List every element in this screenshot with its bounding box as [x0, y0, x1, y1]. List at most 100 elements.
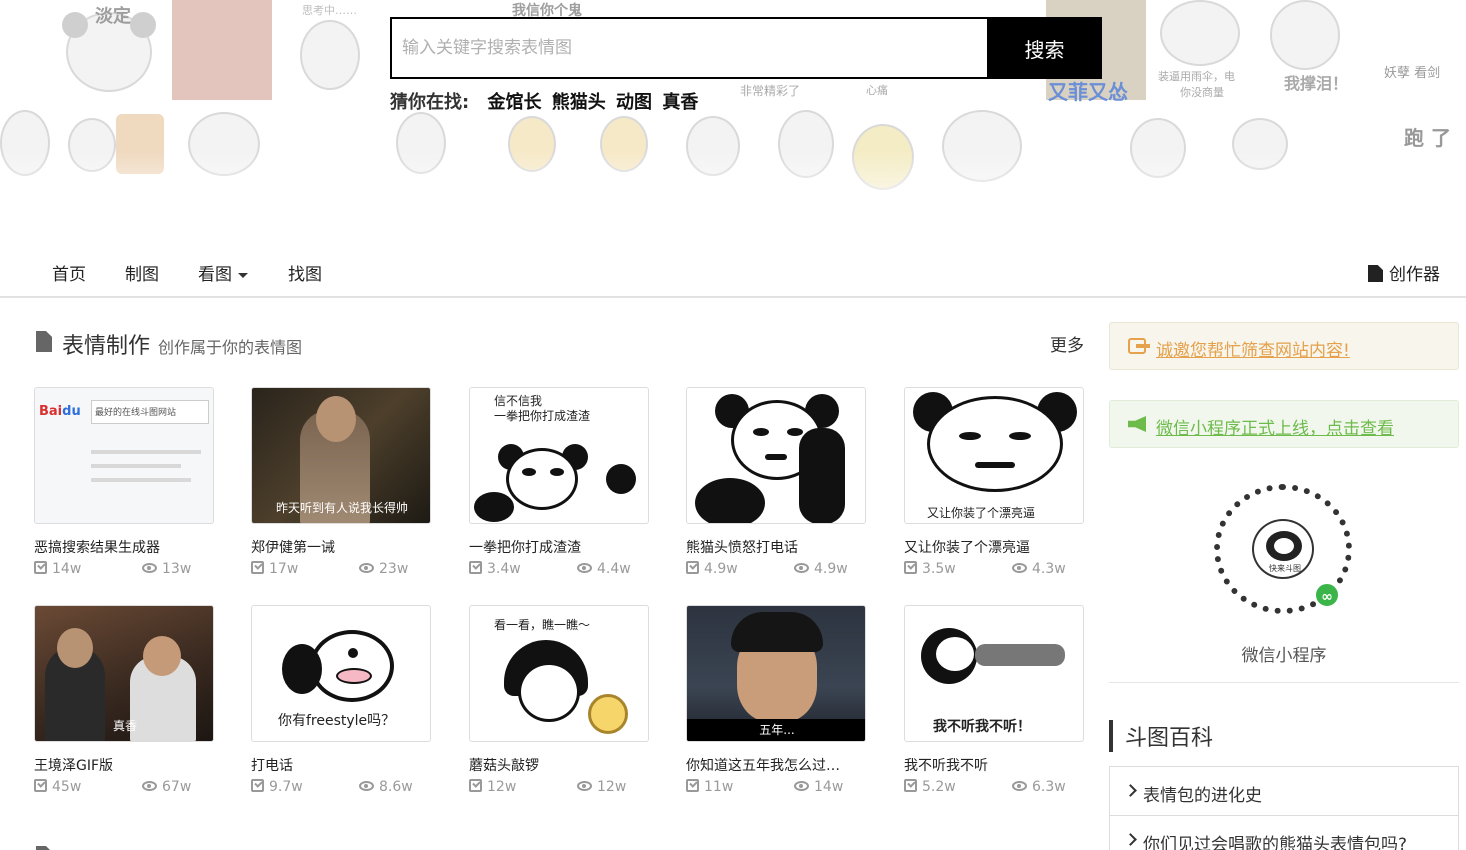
- suggested-keywords: 猜你在找: 金馆长 熊猫头 动图 真香: [390, 88, 702, 114]
- card-thumbnail[interactable]: 你有freestyle吗？: [251, 605, 431, 742]
- document-icon: [36, 331, 52, 352]
- fake-result-line: [91, 464, 181, 468]
- panda-body: [474, 492, 514, 522]
- notice-miniprogram[interactable]: 微信小程序正式上线，点击查看: [1109, 400, 1459, 448]
- edit-count: 11w: [686, 779, 733, 795]
- creator-link[interactable]: 创作器: [1368, 260, 1440, 285]
- document-icon: [36, 846, 52, 850]
- blob-mouth: [336, 668, 372, 684]
- edit-icon: [34, 561, 47, 574]
- card-thumbnail[interactable]: Baidu 最好的在线斗图网站: [34, 387, 214, 524]
- card-thumbnail[interactable]: [686, 387, 866, 524]
- edit-icon: [251, 779, 264, 792]
- keyword-link[interactable]: 熊猫头: [552, 92, 606, 113]
- edit-count: 9.7w: [251, 779, 303, 795]
- nav-item-browse-label: 看图: [198, 265, 232, 285]
- edit-count: 45w: [34, 779, 81, 795]
- lying-face: [933, 634, 977, 674]
- section-title: 表情制作: [62, 334, 151, 359]
- more-link[interactable]: 更多: [1050, 331, 1084, 356]
- notice-review-link[interactable]: 诚邀您帮忙筛查网站内容!: [1156, 336, 1350, 361]
- main-navbar: 首页 制图 看图 找图 创作器: [0, 243, 1466, 298]
- fake-result-line: [91, 478, 191, 482]
- notice-miniprogram-link[interactable]: 微信小程序正式上线，点击查看: [1156, 414, 1394, 439]
- thumb-caption: 我不听我不听！: [933, 719, 1031, 735]
- hero-fade-overlay: [0, 150, 1466, 243]
- card-title[interactable]: 蘑菇头敲锣: [469, 755, 649, 775]
- search-button[interactable]: 搜索: [987, 17, 1102, 79]
- view-count: 4.4w: [577, 561, 631, 577]
- sidebar-divider: [1109, 682, 1459, 683]
- keyword-link[interactable]: 动图: [616, 92, 652, 113]
- nav-item-find[interactable]: 找图: [288, 260, 322, 285]
- qr-panda-face: [1274, 538, 1294, 554]
- panda-fist: [606, 464, 636, 494]
- card-thumbnail[interactable]: 又让你装了个漂亮逼: [904, 387, 1084, 524]
- card-title[interactable]: 你知道这五年我怎么过…: [686, 755, 866, 775]
- card-title[interactable]: 一拳把你打成渣渣: [469, 537, 649, 557]
- view-count: 13w: [142, 561, 191, 577]
- hero-banner: 淡定 思考中…… 我信你个鬼 装逼用雨伞，电 你没商量 妖孽 看剑 非常精彩了 …: [0, 0, 1466, 243]
- panda-mouth: [765, 454, 787, 460]
- collage-caption: 心痛: [866, 84, 888, 97]
- card-thumbnail[interactable]: 看一看，瞧一瞧～: [469, 605, 649, 742]
- keyword-link[interactable]: 金馆长: [487, 92, 541, 113]
- card-title[interactable]: 郑伊健第一诫: [251, 537, 431, 557]
- card-title[interactable]: 熊猫头愤怒打电话: [686, 537, 866, 557]
- thumb-caption: 信不信我 一拳把你打成渣渣: [494, 394, 591, 423]
- qr-center: 快来斗图: [1252, 519, 1314, 579]
- eye-icon: [577, 563, 592, 573]
- view-count: 4.3w: [1012, 561, 1066, 577]
- thumb-caption: 你有freestyle吗？: [278, 713, 396, 729]
- section-header-next: [34, 838, 1084, 850]
- panda-eye: [1009, 432, 1031, 440]
- wiki-list-item[interactable]: 你们见过会唱歌的熊猫头表情包吗?: [1109, 816, 1459, 850]
- edit-count: 4.9w: [686, 561, 738, 577]
- view-count-value: 13w: [162, 561, 192, 577]
- thumb-caption: 又让你装了个漂亮逼: [927, 506, 1036, 520]
- panda-eye: [787, 428, 803, 436]
- collage-caption: 装逼用雨伞，电: [1158, 70, 1235, 83]
- card-thumbnail[interactable]: 昨天听到有人说我长得帅: [251, 387, 431, 524]
- search-bar: 搜索: [390, 17, 1102, 79]
- card-title[interactable]: 打电话: [251, 755, 431, 775]
- card-thumbnail[interactable]: 我不听我不听！: [904, 605, 1084, 742]
- card-thumbnail[interactable]: 真香: [34, 605, 214, 742]
- view-count: 4.9w: [794, 561, 848, 577]
- panda-ear: [130, 12, 156, 38]
- edit-count-value: 11w: [704, 779, 734, 795]
- creator-label: 创作器: [1389, 265, 1440, 285]
- panda-eye: [522, 468, 536, 476]
- thumb-head: [316, 396, 356, 442]
- card-thumbnail[interactable]: 五年...: [686, 605, 866, 742]
- keyword-link[interactable]: 真香: [662, 92, 698, 113]
- view-count-value: 4.3w: [1032, 561, 1066, 577]
- view-count: 14w: [794, 779, 843, 795]
- eye-icon: [142, 563, 157, 573]
- search-input[interactable]: [390, 17, 988, 79]
- suggested-keywords-label: 猜你在找:: [390, 92, 470, 113]
- view-count: 6.3w: [1012, 779, 1066, 795]
- panda-eye: [753, 428, 769, 436]
- thumb-caption: 昨天听到有人说我长得帅: [275, 501, 408, 515]
- lying-body: [975, 644, 1065, 666]
- card-title[interactable]: 我不听我不听: [904, 755, 1084, 775]
- nav-item-browse[interactable]: 看图: [198, 260, 248, 285]
- card-title[interactable]: 恶搞搜索结果生成器: [34, 537, 214, 557]
- card-thumbnail[interactable]: 信不信我 一拳把你打成渣渣: [469, 387, 649, 524]
- nav-item-make[interactable]: 制图: [125, 260, 159, 285]
- notice-review[interactable]: 诚邀您帮忙筛查网站内容!: [1109, 322, 1459, 370]
- panda-body: [695, 478, 765, 523]
- card-title[interactable]: 又让你装了个漂亮逼: [904, 537, 1084, 557]
- panda-face-tile: [1160, 0, 1240, 66]
- panda-face-tile: [1270, 0, 1340, 70]
- eye-icon: [577, 781, 592, 791]
- qr-label: 微信小程序: [1241, 646, 1327, 666]
- edit-count-value: 3.4w: [487, 561, 521, 577]
- edit-icon: [904, 779, 917, 792]
- edit-count-value: 45w: [52, 779, 82, 795]
- nav-item-home[interactable]: 首页: [52, 260, 86, 285]
- card-title[interactable]: 王境泽GIF版: [34, 755, 214, 775]
- eye-icon: [359, 563, 374, 573]
- wiki-list-item[interactable]: 表情包的进化史: [1109, 766, 1459, 816]
